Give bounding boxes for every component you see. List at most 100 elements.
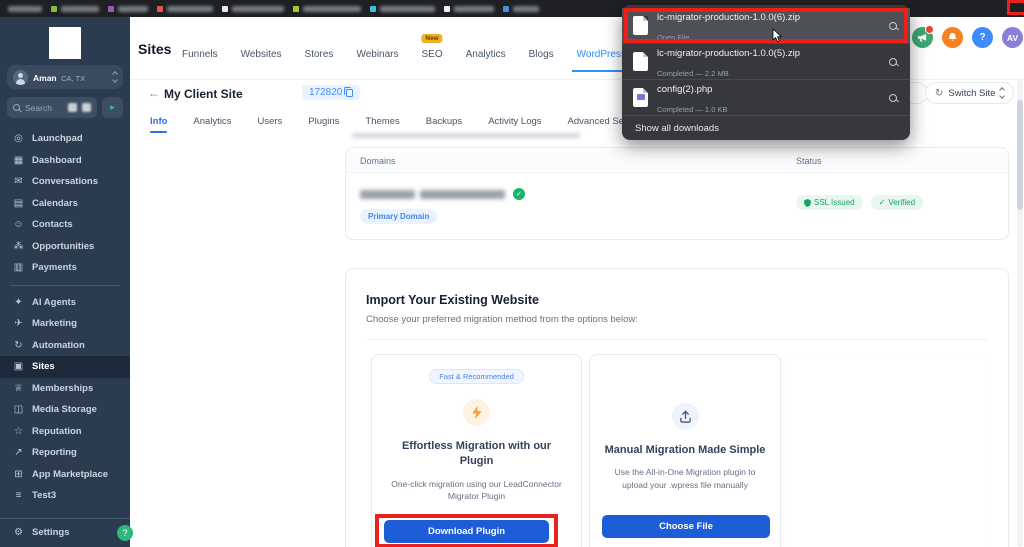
browser-tab[interactable]: [157, 6, 213, 12]
shortcut-key-icon: [68, 103, 77, 112]
favicon: [157, 6, 163, 12]
tab-webinars[interactable]: Webinars: [356, 49, 398, 60]
browser-tab[interactable]: [222, 6, 284, 12]
chevron-updown-icon: [1000, 88, 1004, 98]
sidebar-item-opportunities[interactable]: ⁂Opportunities: [0, 236, 130, 258]
divider: [366, 339, 988, 340]
sidebar-item-settings[interactable]: ⚙ Settings: [0, 522, 130, 544]
sidebar-item-label: Test3: [32, 490, 56, 501]
gear-icon: ⚙: [12, 527, 25, 538]
memberships-icon: ♕: [12, 383, 25, 394]
browser-tab[interactable]: [444, 6, 494, 12]
support-bubble[interactable]: ?: [117, 525, 133, 541]
plugin-card-title: Effortless Migration with our Plugin: [384, 439, 569, 470]
tab-blogs[interactable]: Blogs: [529, 49, 554, 60]
search-downloads-icon[interactable]: [889, 22, 897, 30]
browser-tab[interactable]: [503, 6, 539, 12]
search-icon: [13, 104, 20, 111]
sidebar-item-marketing[interactable]: ✈Marketing: [0, 313, 130, 335]
check-icon: ✓: [879, 198, 886, 207]
sidebar-item-app-marketplace[interactable]: ⊞App Marketplace: [0, 464, 130, 486]
avatar[interactable]: AV: [1002, 27, 1023, 48]
domain-name-blurred: ✓: [360, 188, 525, 200]
tab-stores[interactable]: Stores: [305, 49, 334, 60]
show-all-downloads-link[interactable]: Show all downloads: [622, 115, 910, 140]
domain-status: SSL Issued ✓ Verified: [796, 195, 923, 210]
sidebar-item-launchpad[interactable]: ◎Launchpad: [0, 128, 130, 150]
contacts-icon: ☺: [12, 219, 25, 230]
calendar-icon: ▤: [12, 198, 25, 209]
sidebar-item-payments[interactable]: ▥Payments: [0, 257, 130, 279]
sidebar-item-label: Conversations: [32, 176, 98, 187]
tab-analytics[interactable]: Analytics: [466, 49, 506, 60]
download-item-3[interactable]: config(2).php Completed — 1.0 KB: [622, 80, 910, 115]
tab-websites[interactable]: Websites: [241, 49, 282, 60]
account-switcher[interactable]: Aman CA, TX: [7, 65, 123, 89]
media-storage-icon: ◫: [12, 404, 25, 415]
sidebar-item-label: Opportunities: [32, 241, 94, 252]
sidebar-item-reporting[interactable]: ↗ Reporting: [0, 442, 130, 464]
search-input[interactable]: Search: [7, 97, 97, 118]
download-item-2[interactable]: lc-migrator-production-1.0.0(5).zip Comp…: [622, 44, 910, 79]
tab-funnels[interactable]: Funnels: [182, 49, 218, 60]
sidebar-item-reputation[interactable]: ☆Reputation: [0, 421, 130, 443]
tab-seo[interactable]: New SEO: [422, 49, 443, 60]
browser-tab[interactable]: [108, 6, 148, 12]
scrollbar-track[interactable]: [1017, 80, 1023, 547]
site-tab-themes[interactable]: Themes: [365, 116, 399, 127]
browser-tab[interactable]: [370, 6, 435, 12]
download-item-1[interactable]: lc-migrator-production-1.0.0(6).zip Open…: [622, 8, 910, 43]
search-downloads-icon[interactable]: [889, 94, 897, 102]
import-website-card: Import Your Existing Website Choose your…: [345, 268, 1009, 547]
plugin-card-description: One-click migration using our LeadConnec…: [390, 478, 563, 503]
announcements-megaphone-icon[interactable]: [912, 27, 933, 48]
domain-verified-check-icon: ✓: [513, 188, 525, 200]
tab-wordpress[interactable]: WordPress: [577, 49, 626, 60]
sidebar-item-contacts[interactable]: ☺Contacts: [0, 214, 130, 236]
site-tab-backups[interactable]: Backups: [426, 116, 462, 127]
sidebar-collapse-button[interactable]: ▸: [102, 97, 123, 118]
browser-tab[interactable]: [51, 6, 99, 12]
copy-icon[interactable]: [346, 89, 353, 97]
chevron-updown-icon: [113, 72, 117, 82]
help-button[interactable]: ?: [972, 27, 993, 48]
sidebar-item-sites[interactable]: ▣Sites: [0, 356, 130, 378]
launchpad-icon: ◎: [12, 133, 25, 144]
sidebar-item-calendars[interactable]: ▤Calendars: [0, 193, 130, 215]
domains-table-header: Domains Status: [346, 148, 1008, 173]
download-file-status: Completed — 2.2 MB: [657, 69, 729, 78]
manual-card-description: Use the All-in-One Migration plugin to u…: [608, 466, 762, 491]
ssl-issued-label: SSL Issued: [814, 198, 855, 207]
sidebar-item-label: Reporting: [32, 447, 77, 458]
sidebar-item-test3[interactable]: ≡Test3: [0, 485, 130, 507]
site-tab-plugins[interactable]: Plugins: [308, 116, 339, 127]
site-tab-info[interactable]: Info: [150, 116, 167, 127]
sidebar-item-ai-agents[interactable]: ✦AI Agents: [0, 292, 130, 314]
account-info: Aman CA, TX: [33, 68, 108, 86]
sidebar-item-automation[interactable]: ↻Automation: [0, 335, 130, 357]
browser-tab[interactable]: [293, 6, 361, 12]
back-button[interactable]: ←: [148, 86, 160, 100]
search-downloads-icon[interactable]: [889, 58, 897, 66]
sidebar-item-media-storage[interactable]: ◫Media Storage: [0, 399, 130, 421]
agency-logo[interactable]: [49, 27, 81, 59]
domains-card: Domains Status ✓ Primary Domain SSL Issu…: [345, 147, 1009, 240]
choose-file-button[interactable]: Choose File: [602, 515, 770, 538]
download-plugin-button[interactable]: Download Plugin: [384, 520, 549, 543]
blank-card: [786, 354, 991, 547]
lightning-icon: [463, 399, 490, 426]
zip-file-icon: [633, 52, 648, 71]
sidebar-item-memberships[interactable]: ♕Memberships: [0, 378, 130, 400]
scrollbar-thumb[interactable]: [1017, 100, 1023, 210]
sidebar-item-dashboard[interactable]: ▦Dashboard: [0, 150, 130, 172]
reporting-icon: ↗: [12, 447, 25, 458]
browser-tab[interactable]: [8, 6, 42, 12]
site-tab-analytics[interactable]: Analytics: [193, 116, 231, 127]
switch-site-button[interactable]: ↻ Switch Site: [925, 82, 1014, 104]
site-tab-users[interactable]: Users: [257, 116, 282, 127]
site-id-badge[interactable]: 172820: [302, 85, 360, 100]
site-tab-activity-logs[interactable]: Activity Logs: [488, 116, 541, 127]
domain-row[interactable]: ✓ Primary Domain SSL Issued ✓ Verified: [346, 173, 1008, 239]
notifications-bell-icon[interactable]: [942, 27, 963, 48]
sidebar-item-conversations[interactable]: ✉Conversations: [0, 171, 130, 193]
